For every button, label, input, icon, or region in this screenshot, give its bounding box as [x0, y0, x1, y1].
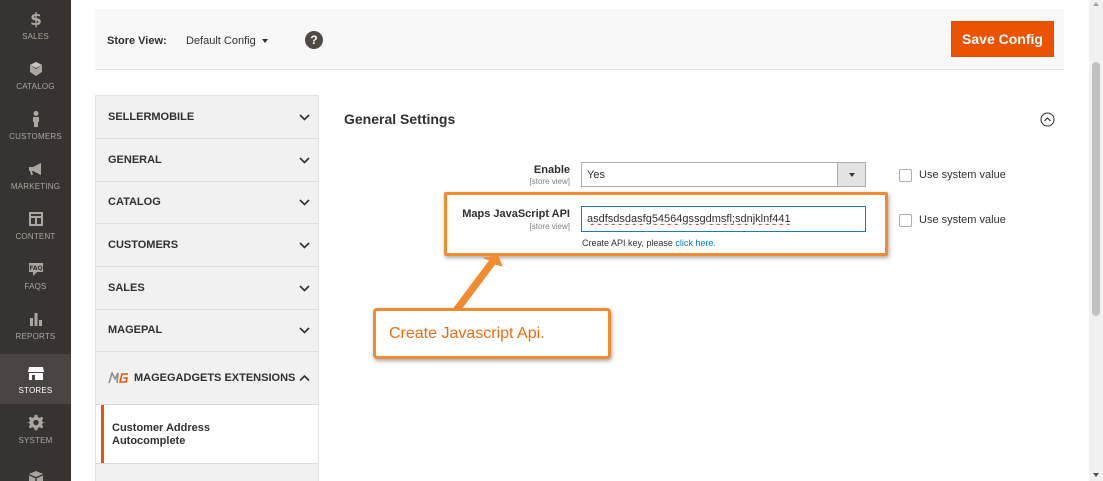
- help-icon[interactable]: ?: [305, 31, 323, 49]
- section-title[interactable]: General Settings: [344, 111, 455, 127]
- nav-item-customers[interactable]: CUSTOMERS: [0, 100, 71, 150]
- nav-label: FAQS: [24, 281, 47, 291]
- api-key-use-system-checkbox[interactable]: [899, 214, 912, 227]
- store-view-switcher[interactable]: Default Config: [186, 35, 268, 47]
- tab-magegadgets-extensions[interactable]: MAGEGADGETS EXTENSIONS: [96, 352, 318, 405]
- enable-label: Enable: [533, 164, 570, 176]
- tab-label: MAGEPAL: [108, 324, 163, 336]
- tab-magepal[interactable]: MAGEPAL: [96, 309, 318, 352]
- chevron-down-icon: [299, 155, 310, 166]
- tab-sellermobile[interactable]: SELLERMOBILE: [96, 96, 318, 139]
- svg-text:FAQ: FAQ: [29, 265, 42, 272]
- collapse-circle-icon[interactable]: [1040, 112, 1055, 127]
- box-icon: [27, 468, 45, 481]
- tab-label: CATALOG: [108, 196, 161, 208]
- create-api-key-link[interactable]: click here.: [675, 238, 716, 248]
- nav-label: SALES: [22, 31, 49, 41]
- nav-label: CUSTOMERS: [9, 131, 62, 141]
- svg-text:$: $: [30, 10, 42, 28]
- nav-item-system[interactable]: SYSTEM: [0, 404, 71, 454]
- chevron-down-icon: [299, 240, 310, 251]
- chevron-down-icon: [299, 197, 310, 208]
- api-key-scope: [store view]: [529, 222, 570, 231]
- tab-customers[interactable]: CUSTOMERS: [96, 224, 318, 267]
- nav-item-marketing[interactable]: MARKETING: [0, 150, 71, 200]
- magegadgets-logo-icon: [108, 372, 130, 384]
- nav-item-sales[interactable]: $ SALES: [0, 0, 71, 50]
- scroll-thumb[interactable]: [1092, 62, 1100, 316]
- tab-general[interactable]: GENERAL: [96, 139, 318, 182]
- nav-label: MARKETING: [10, 181, 61, 191]
- api-key-input[interactable]: [581, 206, 866, 232]
- tab-catalog[interactable]: CATALOG: [96, 181, 318, 224]
- store-view-value: Default Config: [186, 35, 256, 47]
- api-key-use-system-label[interactable]: Use system value: [919, 214, 1006, 226]
- dollar-icon: $: [27, 10, 45, 28]
- enable-use-system-label[interactable]: Use system value: [919, 169, 1006, 181]
- nav-item-stores[interactable]: STORES: [0, 354, 71, 404]
- tab-sales[interactable]: SALES: [96, 267, 318, 310]
- nav-item-extensions[interactable]: [0, 454, 71, 481]
- tab-label: SALES: [108, 282, 145, 294]
- tab-label: GENERAL: [108, 154, 162, 166]
- chevron-up-icon: [299, 373, 310, 384]
- cube-icon: [27, 60, 45, 78]
- faq-icon: FAQ: [27, 260, 45, 278]
- nav-label: SYSTEM: [18, 435, 53, 445]
- admin-sidebar: $ SALES CATALOG CUSTOMERS MARKETING CONT…: [0, 0, 71, 481]
- scroll-up-arrow-icon[interactable]: [1093, 2, 1099, 6]
- annotation-callout-text: Create Javascript Api.: [389, 324, 545, 342]
- tab-item-label: Customer Address Autocomplete: [112, 421, 211, 447]
- enable-scope: [store view]: [529, 177, 570, 186]
- chevron-down-icon: [299, 112, 310, 123]
- config-tabs: SELLERMOBILE GENERAL CATALOG CUSTOMERS S…: [95, 95, 319, 481]
- nav-item-catalog[interactable]: CATALOG: [0, 50, 71, 100]
- store-view-label: Store View:: [107, 35, 167, 47]
- megaphone-icon: [27, 160, 45, 178]
- nav-label: CATALOG: [16, 81, 55, 91]
- tab-divider: [96, 463, 318, 481]
- annotation-callout: Create Javascript Api.: [373, 308, 611, 359]
- tab-label: MAGEGADGETS EXTENSIONS: [134, 372, 296, 384]
- store-icon: [27, 364, 45, 382]
- layout-icon: [27, 210, 45, 228]
- api-key-note-text: Create API key, please: [582, 238, 673, 248]
- nav-label: STORES: [18, 385, 53, 395]
- enable-select-value: Yes: [587, 169, 605, 181]
- gear-icon: [26, 414, 45, 432]
- enable-select[interactable]: Yes: [581, 162, 866, 187]
- bar-chart-icon: [27, 310, 45, 328]
- enable-use-system-checkbox[interactable]: [899, 169, 912, 182]
- person-icon: [27, 110, 45, 128]
- save-config-button[interactable]: Save Config: [951, 21, 1054, 57]
- nav-item-reports[interactable]: REPORTS: [0, 300, 71, 350]
- chevron-down-icon: [299, 283, 310, 294]
- chevron-down-icon: [299, 325, 310, 336]
- page-scrollbar[interactable]: [1089, 0, 1103, 481]
- tab-label: SELLERMOBILE: [108, 111, 195, 123]
- nav-label: CONTENT: [15, 231, 56, 241]
- api-key-label: Maps JavaScript API: [462, 208, 570, 220]
- nav-item-content[interactable]: CONTENT: [0, 200, 71, 250]
- tab-label: CUSTOMERS: [108, 239, 179, 251]
- scroll-down-arrow-icon[interactable]: [1093, 473, 1099, 477]
- caret-down-icon: [261, 39, 268, 44]
- nav-label: REPORTS: [15, 331, 56, 341]
- api-key-note: Create API key, please click here.: [582, 238, 716, 248]
- nav-item-faqs[interactable]: FAQ FAQS: [0, 250, 71, 300]
- page-actions-bar: Store View: Default Config ? Save Config: [95, 9, 1064, 70]
- select-arrow-icon: [837, 163, 865, 186]
- admin-page: $ SALES CATALOG CUSTOMERS MARKETING CONT…: [0, 0, 1103, 481]
- tab-item-customer-address-autocomplete[interactable]: Customer Address Autocomplete: [101, 405, 318, 464]
